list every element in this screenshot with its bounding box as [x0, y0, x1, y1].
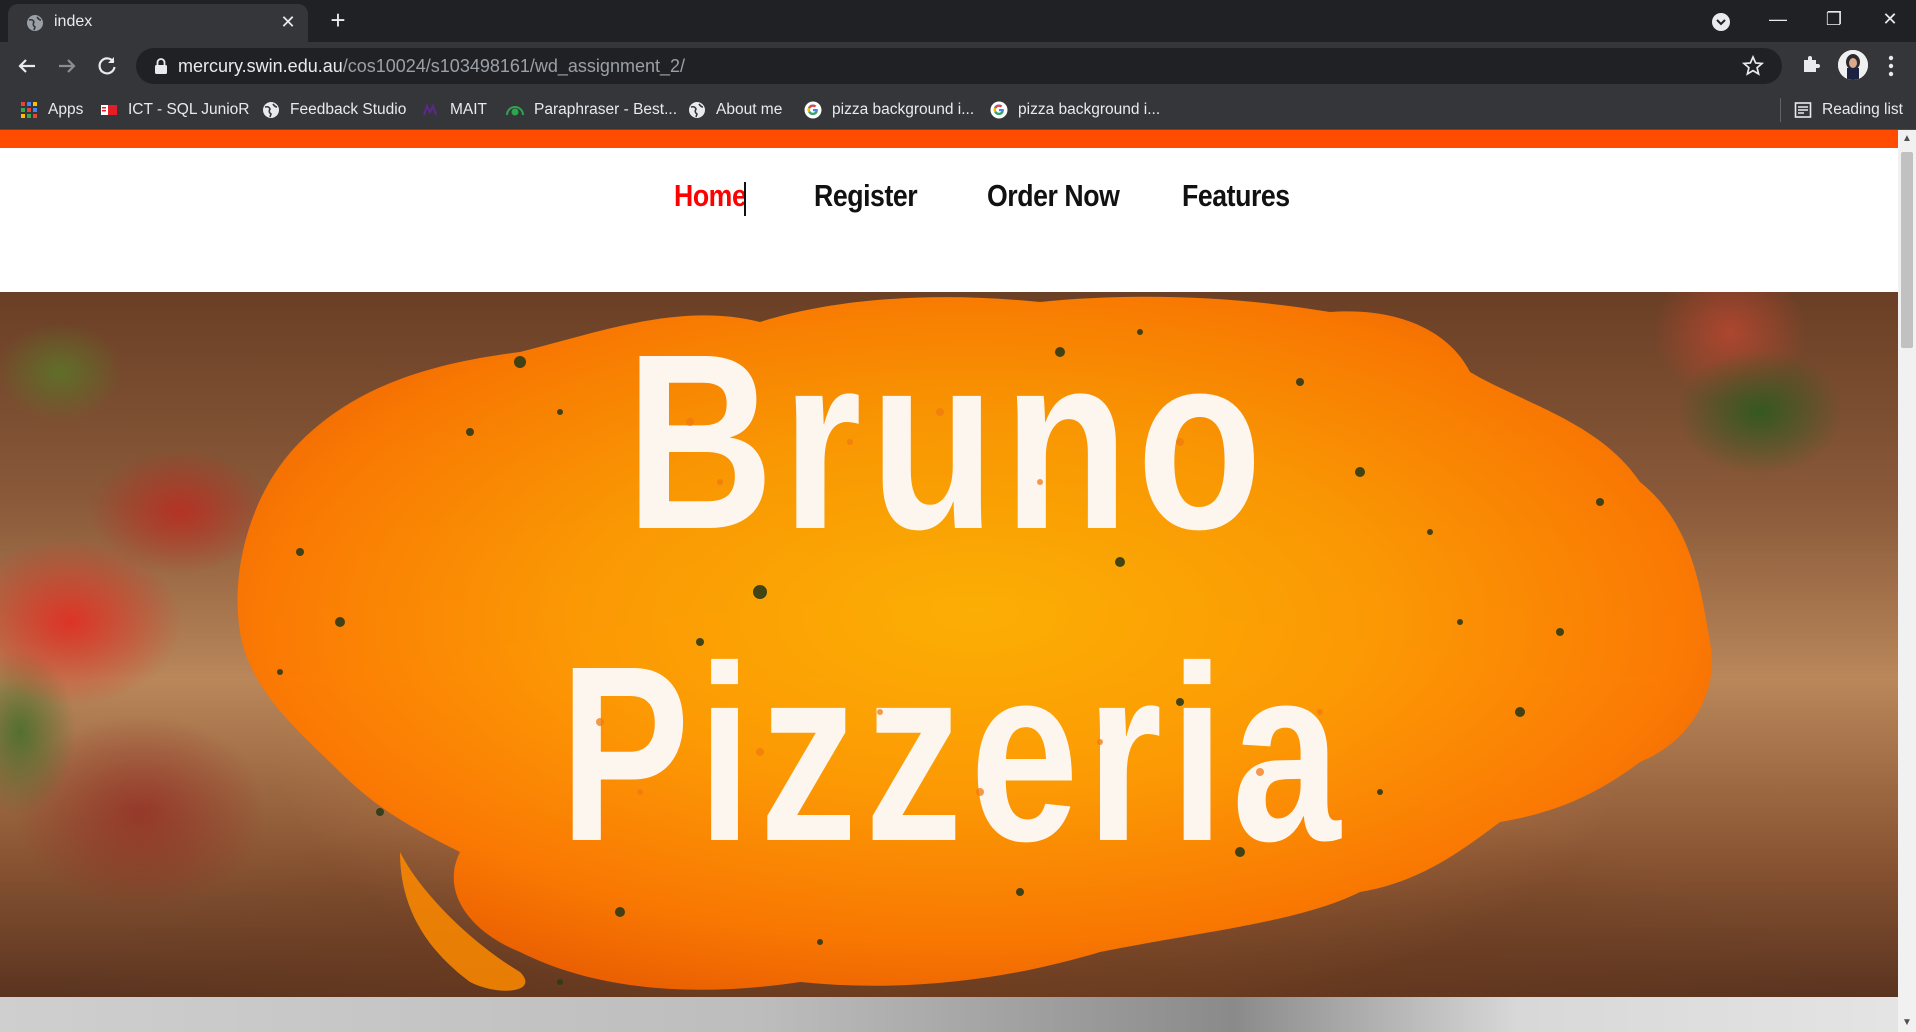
- divider: [1780, 98, 1781, 122]
- hero-banner: Bruno Pizzeria: [0, 292, 1898, 997]
- tab-strip: index ✕ + — ❐ ✕: [0, 0, 1916, 42]
- bookmarks-bar: Apps ICT - SQL JunioR Feedback Studio MA…: [0, 90, 1916, 130]
- nav-link-register[interactable]: Register: [814, 178, 918, 214]
- window-close-button[interactable]: ✕: [1862, 0, 1916, 38]
- globe-icon: [27, 15, 43, 31]
- globe-icon: [689, 102, 705, 118]
- next-section-preview: [0, 997, 1898, 1032]
- avatar-image: [1838, 50, 1868, 80]
- page-scrollbar[interactable]: ▲ ▼: [1898, 130, 1916, 1032]
- forward-arrow-icon[interactable]: [54, 53, 80, 79]
- nav-link-home[interactable]: Home: [674, 178, 747, 214]
- browser-toolbar: mercury.swin.edu.au/cos10024/s103498161/…: [0, 42, 1916, 90]
- bookmark-apps[interactable]: Apps: [20, 90, 83, 130]
- bookmark-label: ICT - SQL JunioR: [128, 101, 250, 118]
- bookmark-mait[interactable]: MAIT: [422, 90, 487, 130]
- bookmark-paraphraser[interactable]: Paraphraser - Best...: [506, 90, 677, 130]
- bookmark-pizza-background-2[interactable]: pizza background i...: [990, 90, 1160, 130]
- scroll-thumb[interactable]: [1901, 152, 1913, 348]
- bookmark-star-icon[interactable]: [1742, 55, 1764, 77]
- scroll-down-arrow-icon[interactable]: ▼: [1898, 1014, 1916, 1032]
- reading-list-label: Reading list: [1822, 101, 1903, 118]
- new-tab-button[interactable]: +: [324, 7, 352, 35]
- hero-title-line1: Bruno: [626, 303, 1270, 582]
- bookmark-label: Paraphraser - Best...: [534, 101, 678, 118]
- page-viewport: Home Register Order Now Features Bruno P…: [0, 130, 1898, 1032]
- bookmark-feedback-studio[interactable]: Feedback Studio: [262, 90, 406, 130]
- reload-icon[interactable]: [94, 53, 120, 79]
- url-path: /cos10024/s103498161/wd_assignment_2/: [342, 56, 685, 76]
- lock-icon[interactable]: [154, 57, 168, 75]
- bookmark-label: pizza background i...: [832, 101, 975, 118]
- bookmark-label: pizza background i...: [1018, 101, 1161, 118]
- text-cursor: [744, 182, 746, 216]
- tab-search-icon[interactable]: [1710, 11, 1732, 33]
- nav-link-features[interactable]: Features: [1182, 178, 1290, 214]
- restore-button[interactable]: ❐: [1806, 0, 1862, 38]
- reading-list-icon: [1794, 102, 1812, 118]
- apps-grid-icon: [21, 102, 37, 118]
- tab-title: index: [54, 13, 93, 30]
- url-host: mercury.swin.edu.au: [178, 56, 343, 76]
- paraphraser-favicon: [506, 106, 524, 116]
- google-icon: [990, 101, 1008, 119]
- site-navigation: Home Register Order Now Features: [0, 148, 1898, 292]
- minimize-button[interactable]: —: [1750, 0, 1806, 38]
- url-text: mercury.swin.edu.au/cos10024/s103498161/…: [178, 56, 685, 77]
- bookmark-label: About me: [716, 101, 783, 118]
- extensions-puzzle-icon[interactable]: [1800, 53, 1822, 75]
- mait-favicon: [423, 103, 437, 116]
- reading-list-button[interactable]: Reading list: [1794, 90, 1903, 130]
- hero-title-line2: Pizzeria: [560, 614, 1349, 894]
- scroll-up-arrow-icon[interactable]: ▲: [1898, 130, 1916, 148]
- tab-close-icon[interactable]: ✕: [276, 10, 300, 34]
- kebab-menu-icon[interactable]: [1880, 53, 1902, 79]
- browser-tab[interactable]: index ✕: [8, 4, 308, 42]
- bookmark-label: MAIT: [450, 101, 488, 118]
- bookmark-ict-sql[interactable]: ICT - SQL JunioR: [100, 90, 249, 130]
- back-arrow-icon[interactable]: [14, 53, 40, 79]
- ict-favicon: [101, 105, 117, 115]
- bookmark-pizza-background-1[interactable]: pizza background i...: [804, 90, 974, 130]
- google-icon: [804, 101, 822, 119]
- globe-icon: [263, 102, 279, 118]
- bookmark-about-me[interactable]: About me: [688, 90, 782, 130]
- profile-avatar[interactable]: [1838, 50, 1868, 80]
- hero-logo: Bruno Pizzeria: [237, 296, 1712, 991]
- nav-link-order-now[interactable]: Order Now: [987, 178, 1120, 214]
- bookmark-label: Feedback Studio: [290, 101, 407, 118]
- address-bar[interactable]: mercury.swin.edu.au/cos10024/s103498161/…: [136, 48, 1782, 84]
- bookmark-label: Apps: [48, 101, 84, 118]
- accent-bar: [0, 130, 1898, 148]
